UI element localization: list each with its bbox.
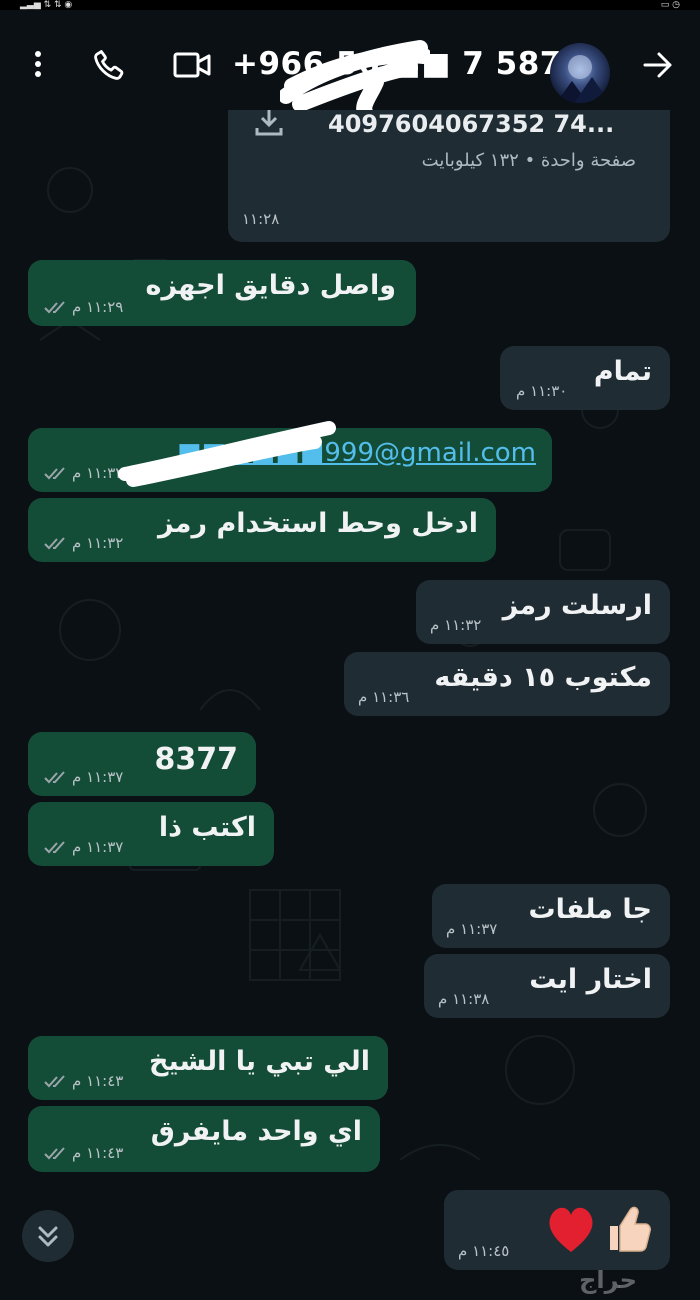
double-check-icon bbox=[44, 1146, 65, 1159]
message-text: اكتب ذا bbox=[158, 812, 256, 843]
file-attachment-bubble[interactable]: 4097604067352 74... صفحة واحدة • ١٣٢ كيل… bbox=[228, 110, 670, 242]
message-bubble[interactable]: جا ملفات ١١:٣٧ م bbox=[432, 884, 670, 948]
message-text: ارسلت رمز bbox=[502, 590, 652, 621]
redaction-scribble bbox=[280, 40, 430, 120]
video-call-icon[interactable] bbox=[173, 50, 211, 84]
message-bubble[interactable]: ادخل وحط استخدام رمز ١١:٣٢ م bbox=[28, 498, 496, 562]
message-meta: ١١:٣٧ م bbox=[44, 768, 123, 786]
message-text: ادخل وحط استخدام رمز bbox=[157, 508, 478, 539]
message-time: ١١:٣٧ م bbox=[72, 768, 124, 786]
message-meta: ١١:٣٢ م bbox=[44, 534, 123, 552]
emoji-reaction bbox=[549, 1206, 651, 1252]
message-time: ١١:٤٣ م bbox=[72, 1072, 124, 1090]
message-bubble[interactable]: ارسلت رمز ١١:٣٢ م bbox=[416, 580, 670, 644]
chat-header: +966 56 ■■ 7 5871 bbox=[0, 10, 700, 120]
message-text: الي تبي يا الشيخ bbox=[148, 1046, 370, 1077]
message-time: ١١:٣٠ م bbox=[516, 382, 568, 400]
file-info: صفحة واحدة • ١٣٢ كيلوبايت bbox=[421, 150, 636, 171]
download-icon[interactable] bbox=[254, 110, 284, 140]
double-check-icon bbox=[44, 1074, 65, 1087]
double-check-icon bbox=[44, 770, 65, 783]
message-bubble[interactable]: الي تبي يا الشيخ ١١:٤٣ م bbox=[28, 1036, 388, 1100]
redaction-scribble bbox=[118, 421, 336, 487]
thumbs-up-icon bbox=[610, 1206, 651, 1252]
message-time: ١١:٣٨ م bbox=[438, 990, 490, 1008]
scroll-down-icon bbox=[38, 1226, 58, 1247]
double-check-icon bbox=[44, 840, 65, 853]
message-text: اختار ايت bbox=[529, 964, 652, 995]
double-check-icon bbox=[44, 466, 65, 479]
message-bubble[interactable]: اختار ايت ١١:٣٨ م bbox=[424, 954, 670, 1018]
message-time: ١١:٣٦ م bbox=[358, 688, 410, 706]
message-meta: ١١:٣٧ م bbox=[44, 838, 123, 856]
scroll-down-button[interactable] bbox=[22, 1210, 74, 1262]
message-bubble[interactable]: واصل دقايق اجهزه ١١:٢٩ م bbox=[28, 260, 416, 326]
message-bubble[interactable]: تمام ١١:٣٠ م bbox=[500, 346, 670, 410]
message-bubble[interactable]: مكتوب ١٥ دقيقه ١١:٣٦ م bbox=[344, 652, 670, 716]
message-text: جا ملفات bbox=[528, 894, 652, 925]
haraj-watermark: حراج bbox=[548, 1262, 668, 1300]
message-time: ١١:٣٢ م bbox=[72, 534, 124, 552]
double-check-icon bbox=[44, 300, 65, 313]
message-time: ١١:٣٧ م bbox=[72, 838, 124, 856]
message-text: اي واحد مايفرق bbox=[150, 1116, 362, 1147]
message-text: واصل دقايق اجهزه bbox=[145, 270, 396, 301]
message-bubble[interactable]: 8377 ١١:٣٧ م bbox=[28, 732, 256, 796]
contact-avatar[interactable] bbox=[550, 43, 610, 103]
message-time: ١١:٣٢ م bbox=[430, 616, 482, 634]
message-bubble[interactable]: اي واحد مايفرق ١١:٤٣ م bbox=[28, 1106, 380, 1172]
message-text: تمام bbox=[593, 356, 652, 387]
status-icons-left: ▂▃▅ ⇅ ⇅ ◉ bbox=[20, 0, 73, 10]
message-meta: ١١:٢٩ م bbox=[44, 298, 123, 316]
message-bubble[interactable]: ❤️👍🏻 ١١:٤٥ م bbox=[444, 1190, 670, 1270]
message-text: 8377 bbox=[154, 742, 239, 777]
status-bar: ▂▃▅ ⇅ ⇅ ◉ ▭ ◷ bbox=[0, 0, 700, 10]
message-time: ١١:٤٥ م bbox=[458, 1242, 510, 1260]
message-meta: ١١:٤٣ م bbox=[44, 1144, 123, 1162]
phone-call-icon[interactable] bbox=[92, 48, 126, 86]
message-meta: ١١:٤٣ م bbox=[44, 1072, 123, 1090]
file-name[interactable]: 4097604067352 74... bbox=[328, 110, 663, 138]
heart-icon bbox=[549, 1207, 593, 1252]
status-icons-right: ▭ ◷ bbox=[660, 0, 680, 10]
forward-arrow-icon[interactable] bbox=[642, 50, 674, 84]
message-time: ١١:٢٨ bbox=[242, 210, 280, 228]
more-vert-icon[interactable] bbox=[28, 50, 48, 82]
double-check-icon bbox=[44, 536, 65, 549]
message-meta: ١١:٣٢ م bbox=[44, 464, 123, 482]
message-time: ١١:٤٣ م bbox=[72, 1144, 124, 1162]
message-time: ١١:٢٩ م bbox=[72, 298, 124, 316]
message-text: ❤️👍🏻 bbox=[544, 1202, 654, 1256]
message-bubble[interactable]: اكتب ذا ١١:٣٧ م bbox=[28, 802, 274, 866]
message-time: ١١:٣٧ م bbox=[446, 920, 498, 938]
message-text: مكتوب ١٥ دقيقه bbox=[434, 662, 652, 693]
svg-text:حراج: حراج bbox=[579, 1266, 637, 1294]
